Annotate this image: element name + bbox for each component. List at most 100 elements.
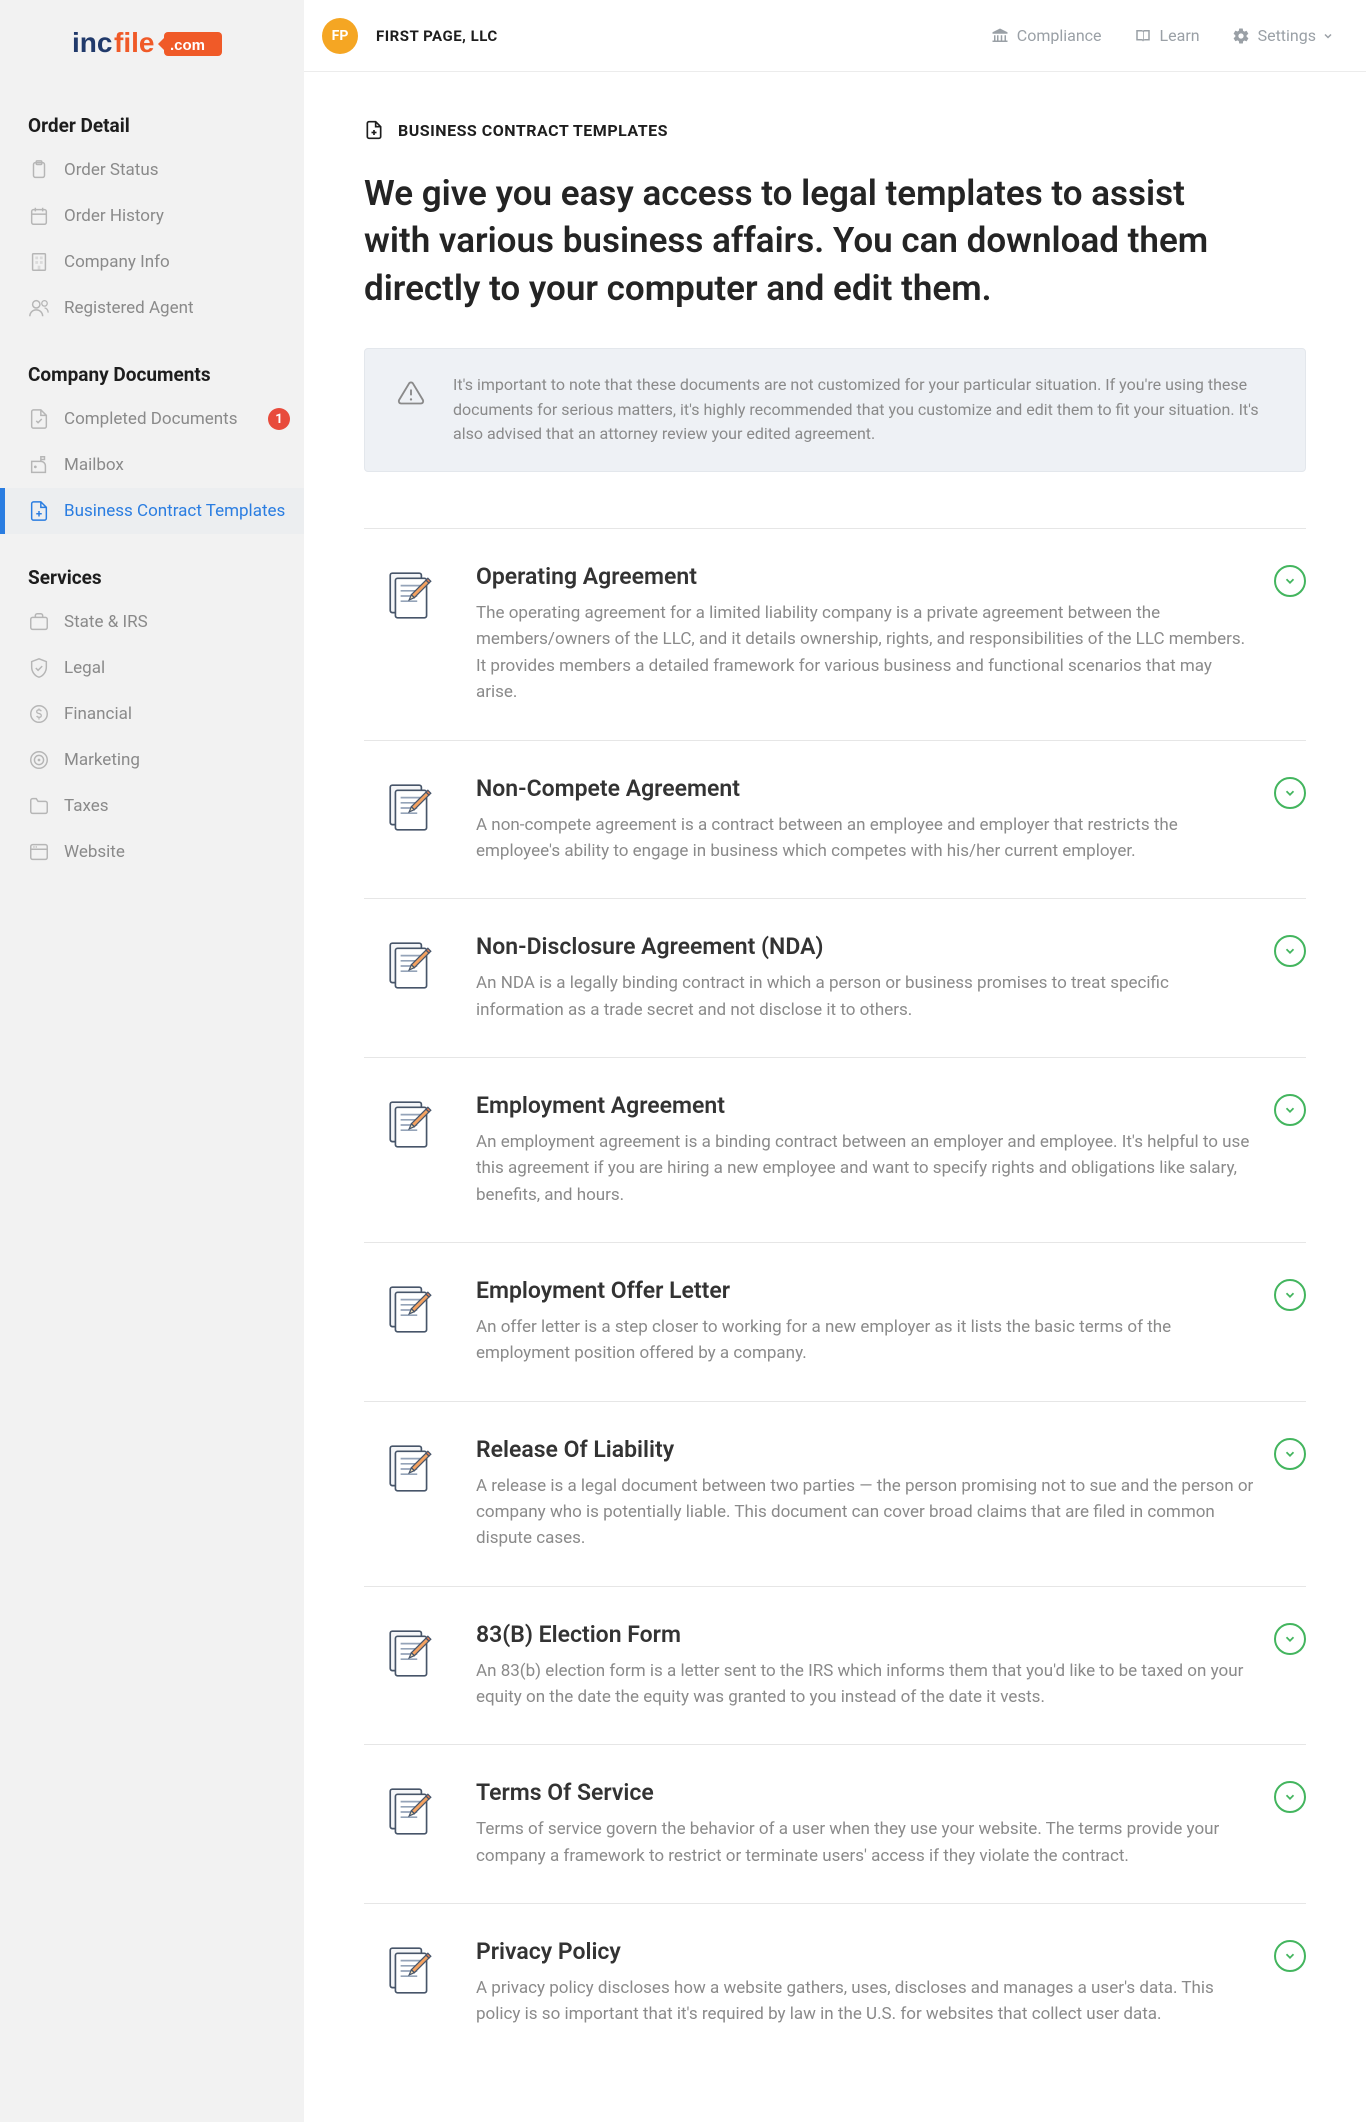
template-description: An offer letter is a step closer to work…	[476, 1314, 1254, 1367]
document-icon	[384, 1442, 438, 1500]
sidebar-item-label: Completed Documents	[64, 409, 238, 429]
template-title: 83(B) Election Form	[476, 1621, 1254, 1648]
topbar: FP FIRST PAGE, LLC Compliance Learn Se	[304, 0, 1366, 72]
template-row: Operating Agreement The operating agreeme…	[364, 528, 1306, 739]
download-button[interactable]	[1274, 1940, 1306, 1972]
sidebar-item-label: Legal	[64, 658, 105, 678]
template-description: The operating agreement for a limited li…	[476, 600, 1254, 705]
document-icon	[384, 1283, 438, 1341]
sidebar-section-title: Services	[0, 554, 304, 599]
sidebar-item-label: Taxes	[64, 796, 109, 816]
svg-text:inc: inc	[72, 28, 112, 58]
sidebar-item-order-history[interactable]: Order History	[0, 193, 304, 239]
notice-text: It's important to note that these docume…	[453, 373, 1273, 447]
sidebar-item-label: Mailbox	[64, 455, 124, 475]
company-name[interactable]: FIRST PAGE, LLC	[376, 27, 498, 45]
download-button[interactable]	[1274, 777, 1306, 809]
sidebar-item-state-irs[interactable]: State & IRS	[0, 599, 304, 645]
book-icon	[1134, 27, 1152, 45]
template-description: Terms of service govern the behavior of …	[476, 1816, 1254, 1869]
doc-plus-icon	[28, 500, 50, 522]
download-button[interactable]	[1274, 1094, 1306, 1126]
template-description: A release is a legal document between tw…	[476, 1473, 1254, 1552]
gear-icon	[1232, 27, 1250, 45]
sidebar-item-label: State & IRS	[64, 612, 148, 632]
template-row: Non-Compete Agreement A non-compete agree…	[364, 740, 1306, 899]
download-button[interactable]	[1274, 565, 1306, 597]
sidebar-item-company-info[interactable]: Company Info	[0, 239, 304, 285]
clipboard-icon	[28, 159, 50, 181]
sidebar-item-order-status[interactable]: Order Status	[0, 147, 304, 193]
template-row: Terms Of ServiceTerms of service govern …	[364, 1744, 1306, 1903]
avatar[interactable]: FP	[322, 18, 358, 54]
sidebar-item-completed-documents[interactable]: Completed Documents 1	[0, 396, 304, 442]
sidebar-item-website[interactable]: Website	[0, 829, 304, 875]
sidebar-section-title: Order Detail	[0, 102, 304, 147]
template-title: Operating Agreement	[476, 563, 1254, 590]
download-button[interactable]	[1274, 935, 1306, 967]
document-icon	[384, 781, 438, 839]
top-link-label: Settings	[1258, 26, 1316, 45]
download-button[interactable]	[1274, 1781, 1306, 1813]
notice: It's important to note that these docume…	[364, 348, 1306, 472]
template-description: A non-compete agreement is a contract be…	[476, 812, 1254, 865]
template-row: Release Of LiabilityA release is a legal…	[364, 1401, 1306, 1586]
template-row: Employment Agreement An employment agreem…	[364, 1057, 1306, 1242]
sidebar-item-label: Financial	[64, 704, 132, 724]
sidebar-item-marketing[interactable]: Marketing	[0, 737, 304, 783]
browser-icon	[28, 841, 50, 863]
template-description: An employment agreement is a binding con…	[476, 1129, 1254, 1208]
top-link-label: Learn	[1160, 26, 1200, 45]
document-plus-icon	[364, 120, 384, 140]
top-link-label: Compliance	[1017, 26, 1102, 45]
sidebar-item-financial[interactable]: Financial	[0, 691, 304, 737]
top-link-learn[interactable]: Learn	[1134, 26, 1200, 45]
sidebar-item-label: Registered Agent	[64, 298, 194, 318]
briefcase-icon	[28, 611, 50, 633]
template-row: 83(B) Election Form An 83(b) election for…	[364, 1586, 1306, 1745]
mailbox-icon	[28, 454, 50, 476]
template-row: Employment Offer LetterAn offer letter i…	[364, 1242, 1306, 1401]
page-title: We give you easy access to legal templat…	[364, 170, 1244, 312]
target-icon	[28, 749, 50, 771]
template-title: Privacy Policy	[476, 1938, 1254, 1965]
document-icon	[384, 1627, 438, 1685]
template-row: Non-Disclosure Agreement (NDA)An NDA is …	[364, 898, 1306, 1057]
folder-icon	[28, 795, 50, 817]
top-link-settings[interactable]: Settings	[1232, 26, 1334, 45]
template-description: A privacy policy discloses how a website…	[476, 1975, 1254, 2028]
download-button[interactable]	[1274, 1623, 1306, 1655]
top-link-compliance[interactable]: Compliance	[991, 26, 1102, 45]
shield-icon	[28, 657, 50, 679]
template-title: Non-Compete Agreement	[476, 775, 1254, 802]
sidebar-item-legal[interactable]: Legal	[0, 645, 304, 691]
warning-icon	[397, 379, 425, 407]
template-description: An 83(b) election form is a letter sent …	[476, 1658, 1254, 1711]
doc-check-icon	[28, 408, 50, 430]
main: FP FIRST PAGE, LLC Compliance Learn Se	[304, 0, 1366, 2122]
sidebar-item-label: Order Status	[64, 160, 159, 180]
sidebar-badge: 1	[268, 408, 290, 430]
download-button[interactable]	[1274, 1279, 1306, 1311]
logo[interactable]: inc file .com	[0, 0, 304, 102]
document-icon	[384, 1944, 438, 2002]
download-button[interactable]	[1274, 1438, 1306, 1470]
sidebar-item-business-contract-templates[interactable]: Business Contract Templates	[0, 488, 304, 534]
page-label-text: BUSINESS CONTRACT TEMPLATES	[398, 121, 668, 140]
sidebar-item-mailbox[interactable]: Mailbox	[0, 442, 304, 488]
sidebar-item-label: Business Contract Templates	[64, 501, 285, 521]
dollar-icon	[28, 703, 50, 725]
sidebar-item-registered-agent[interactable]: Registered Agent	[0, 285, 304, 331]
sidebar-item-label: Order History	[64, 206, 164, 226]
document-icon	[384, 569, 438, 627]
template-description: An NDA is a legally binding contract in …	[476, 970, 1254, 1023]
document-icon	[384, 939, 438, 997]
sidebar-section-title: Company Documents	[0, 351, 304, 396]
document-icon	[384, 1785, 438, 1843]
sidebar-item-taxes[interactable]: Taxes	[0, 783, 304, 829]
template-title: Employment Agreement	[476, 1092, 1254, 1119]
content: BUSINESS CONTRACT TEMPLATES We give you …	[304, 72, 1366, 2122]
svg-text:.com: .com	[170, 37, 205, 54]
calendar-icon	[28, 205, 50, 227]
chevron-down-icon	[1322, 30, 1334, 42]
